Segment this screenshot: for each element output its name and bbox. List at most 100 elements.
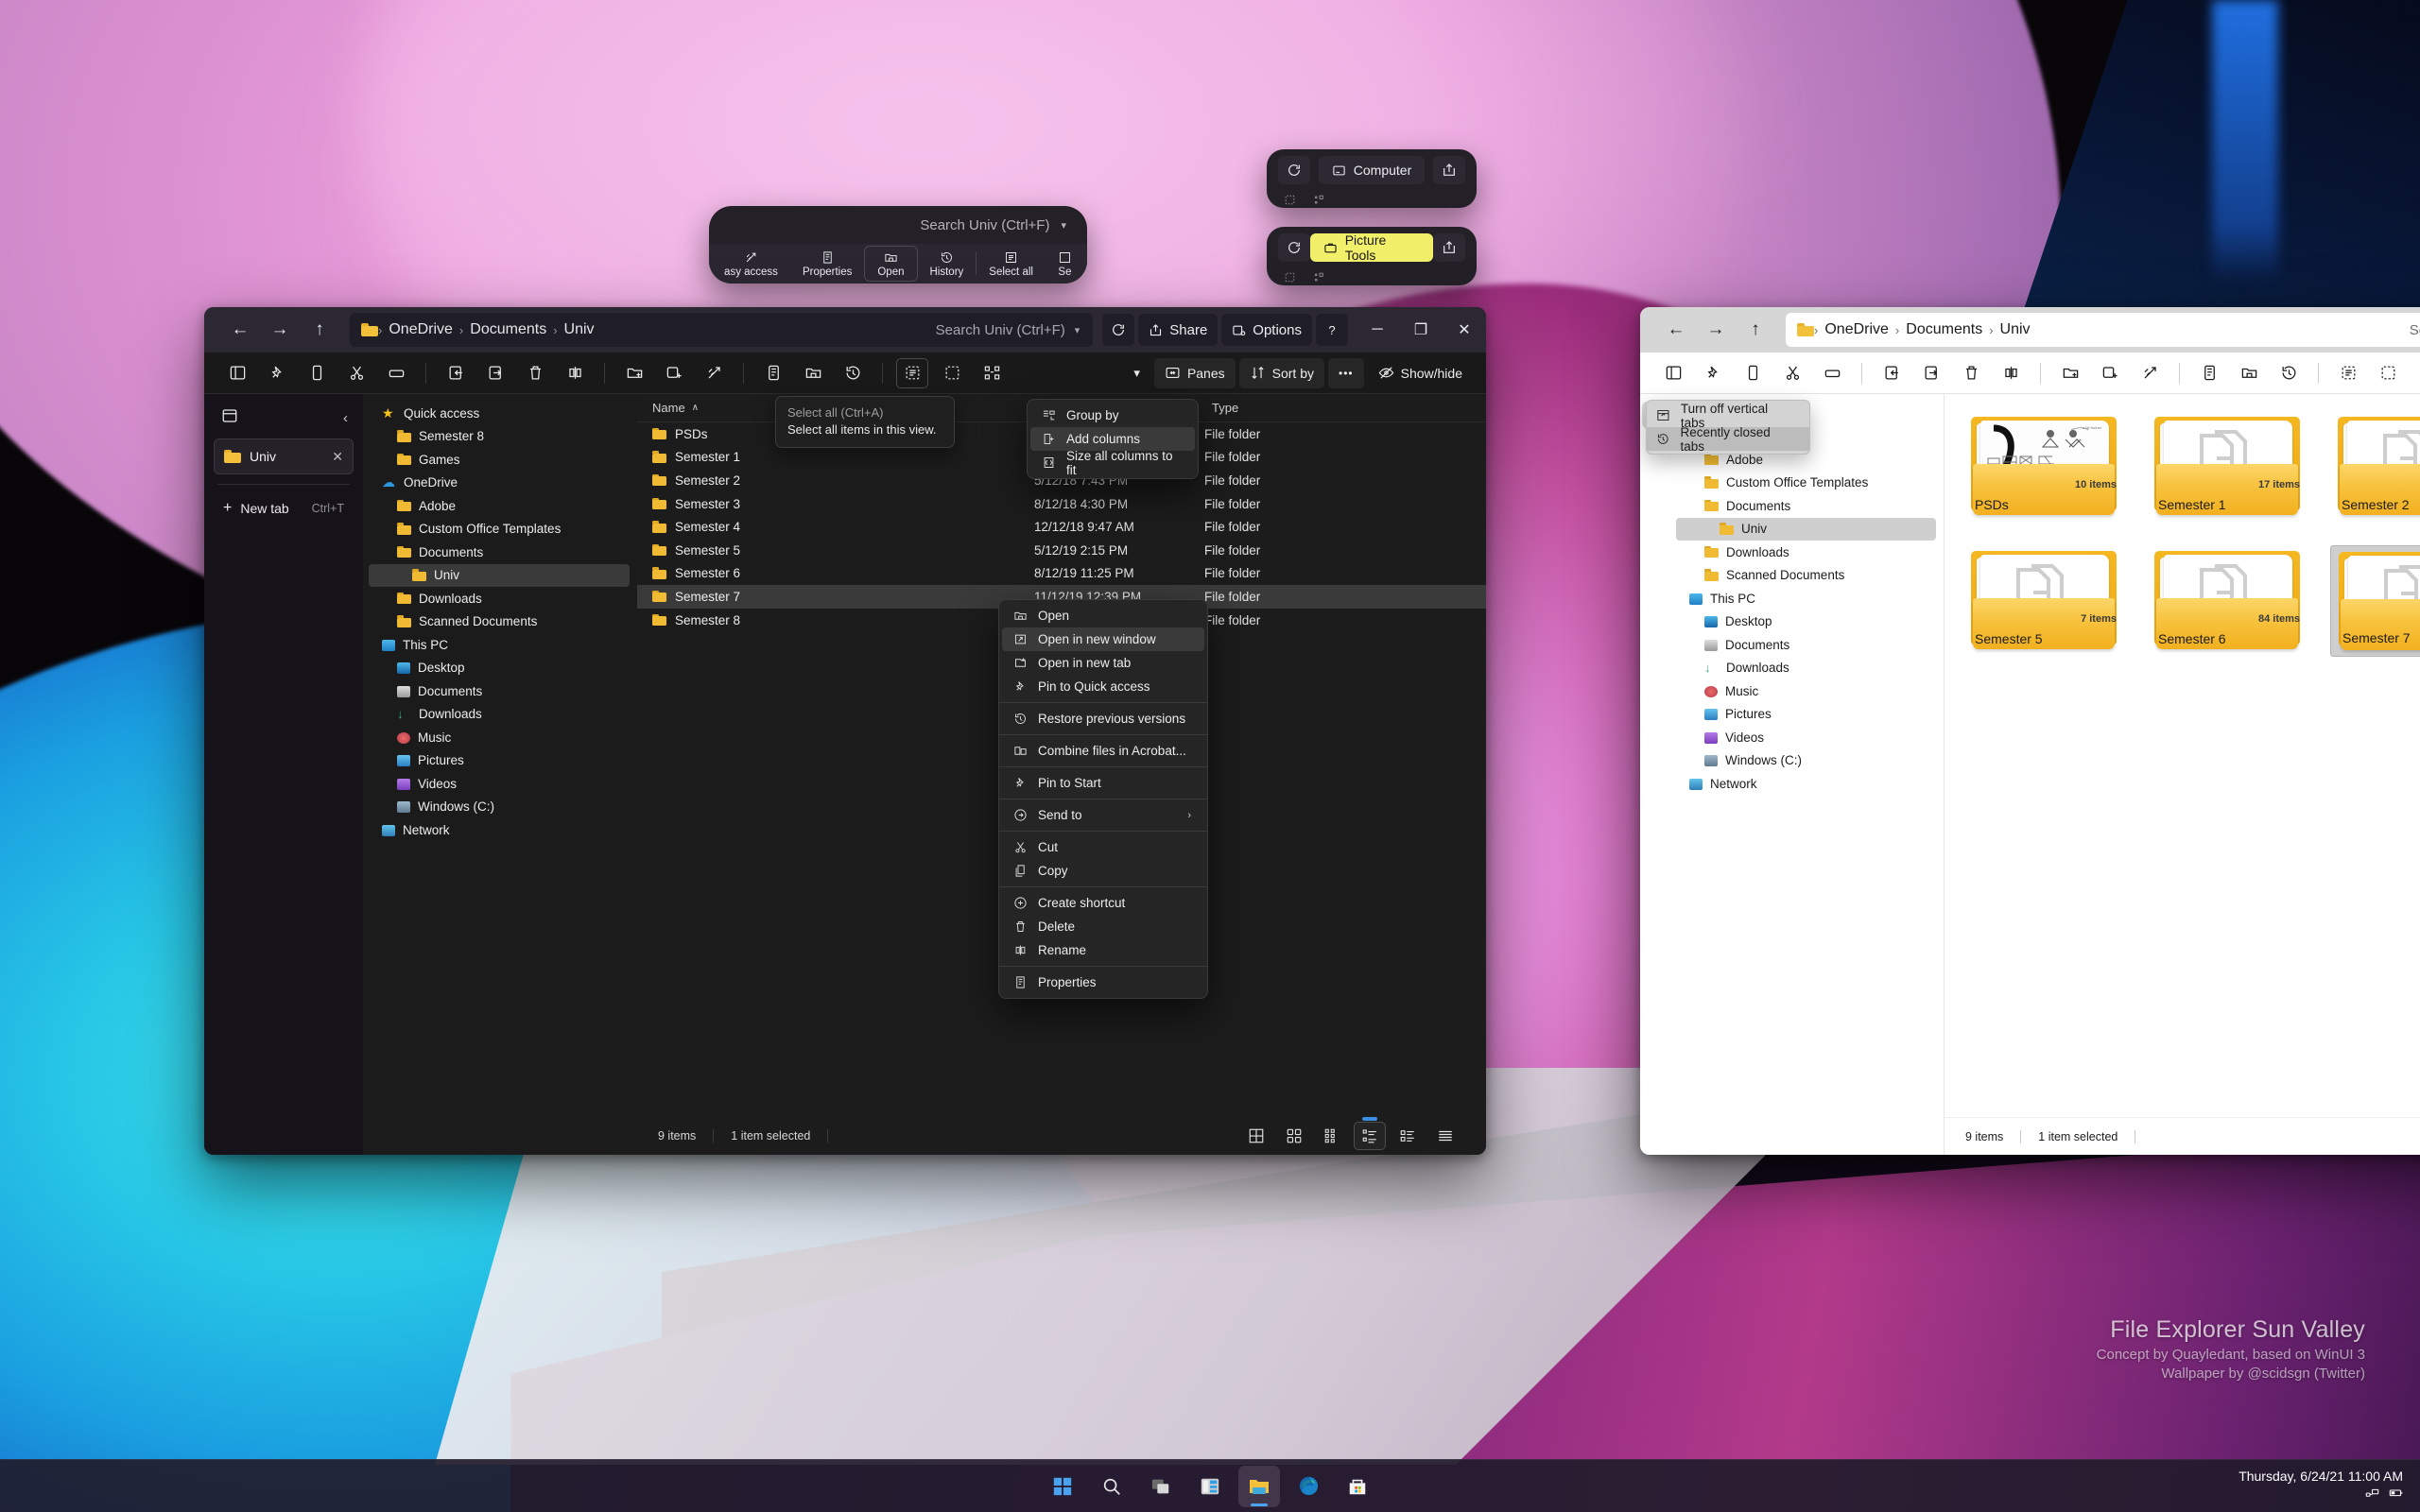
open-icon[interactable] (797, 358, 829, 388)
nav-item-semester-8[interactable]: Semester 8 (369, 425, 630, 449)
folder-thumbnail[interactable]: a bit furthersubtle degree10 itemsPSDs (1963, 411, 2124, 523)
menu-item-cut[interactable]: Cut (1002, 835, 1204, 859)
copy-path-icon[interactable] (301, 358, 333, 388)
nav-item-network[interactable]: Network (1676, 772, 1936, 796)
refresh-icon[interactable] (1278, 233, 1310, 262)
breadcrumb-item[interactable]: Univ (564, 321, 595, 338)
list-view-button[interactable] (1392, 1122, 1424, 1150)
invert-selection-icon[interactable] (2411, 358, 2420, 388)
nav-item-windows-c-[interactable]: Windows (C:) (1676, 749, 1936, 773)
details-view-button[interactable] (1354, 1122, 1386, 1150)
menu-item-pin-to-quick-access[interactable]: Pin to Quick access (1002, 675, 1204, 698)
widgets-icon[interactable] (1189, 1466, 1231, 1507)
help-button[interactable]: ? (1316, 314, 1348, 346)
column-header-type[interactable]: Type (1212, 401, 1363, 415)
menu-item-open-in-new-window[interactable]: Open in new window (1002, 627, 1204, 651)
table-row[interactable]: Semester 55/12/19 2:15 PMFile folder (637, 539, 1486, 562)
float-command-open[interactable]: Open (864, 246, 917, 282)
close-button[interactable]: ✕ (1443, 307, 1486, 352)
nav-item-music[interactable]: Music (1676, 679, 1936, 703)
nav-item-univ[interactable]: Univ (369, 564, 630, 588)
new-item-icon[interactable] (658, 358, 690, 388)
nav-item-desktop[interactable]: Desktop (1676, 610, 1936, 634)
nav-item-downloads[interactable]: Downloads (1676, 541, 1936, 564)
nav-item-documents[interactable]: Documents (1676, 494, 1936, 518)
menu-item-restore-previous-versions[interactable]: Restore previous versions (1002, 707, 1204, 730)
breadcrumb-item[interactable]: OneDrive (1824, 321, 1889, 338)
easy-access-icon[interactable] (2134, 358, 2166, 388)
table-row[interactable]: Semester 68/12/19 11:25 PMFile folder (637, 562, 1486, 586)
floating-search-row[interactable]: Search Univ (Ctrl+F) ▾ (709, 206, 1087, 244)
menu-item-add-columns[interactable]: Add columns (1030, 427, 1195, 451)
menu-item-copy[interactable]: Copy (1002, 859, 1204, 883)
medium-icons-view-button[interactable] (1316, 1122, 1348, 1150)
menu-item-recently-closed-tabs[interactable]: Recently closed tabs (1647, 427, 1809, 451)
nav-item-music[interactable]: Music (369, 726, 630, 749)
compact-view-button[interactable] (1429, 1122, 1461, 1150)
collapse-rail-icon[interactable]: ‹ (343, 410, 348, 426)
float-command-select-all[interactable]: Select all (977, 244, 1046, 284)
invert-selection-icon[interactable] (976, 358, 1008, 388)
menu-item-send-to[interactable]: Send to› (1002, 803, 1204, 827)
folder-thumbnail[interactable]: Semester 2 (2330, 411, 2420, 523)
search-input[interactable]: Search Univ (Ctrl+F) ▾ (936, 322, 1082, 338)
file-explorer-icon[interactable] (1238, 1466, 1280, 1507)
tab-item-univ[interactable]: Univ ✕ (214, 438, 354, 474)
menu-item-pin-to-start[interactable]: Pin to Start (1002, 771, 1204, 795)
pin-icon[interactable] (1697, 358, 1729, 388)
breadcrumb-item[interactable]: Univ (2000, 321, 2031, 338)
nav-item-this-pc[interactable]: This PC (369, 633, 630, 657)
rename-icon[interactable] (559, 358, 591, 388)
share-button[interactable]: Share (1138, 314, 1218, 346)
menu-item-delete[interactable]: Delete (1002, 915, 1204, 938)
nav-item-videos[interactable]: Videos (1676, 726, 1936, 749)
nav-item-downloads[interactable]: ↓Downloads (369, 703, 630, 727)
forward-button[interactable]: → (261, 314, 299, 346)
large-icons-view-button[interactable] (1278, 1122, 1310, 1150)
sort-by-button[interactable]: Sort by (1239, 358, 1324, 388)
menu-item-open-in-new-tab[interactable]: Open in new tab (1002, 651, 1204, 675)
properties-icon[interactable] (757, 358, 789, 388)
new-tab-button[interactable]: + New tab Ctrl+T (214, 492, 354, 524)
more-options-button[interactable]: ••• (1328, 358, 1364, 388)
refresh-button[interactable] (1102, 314, 1134, 346)
address-bar[interactable]: ›OneDrive›Documents›Univ Search Univ (Ct… (350, 313, 1093, 347)
network-icon[interactable] (2365, 1486, 2379, 1504)
clock[interactable]: Thursday, 6/24/21 11:00 AM (2238, 1469, 2403, 1484)
vertical-tabs-icon[interactable] (221, 407, 238, 429)
folder-thumbnail[interactable]: 7 itemsSemester 5 (1963, 545, 2124, 657)
new-folder-icon[interactable] (2054, 358, 2086, 388)
cut-icon[interactable] (340, 358, 372, 388)
nav-item-onedrive[interactable]: ☁OneDrive (369, 472, 630, 495)
store-icon[interactable] (1337, 1466, 1378, 1507)
table-row[interactable]: Semester 412/12/18 9:47 AMFile folder (637, 515, 1486, 539)
nav-item-games[interactable]: Games (369, 448, 630, 472)
properties-icon[interactable] (2193, 358, 2225, 388)
nav-item-downloads[interactable]: ↓Downloads (1676, 657, 1936, 680)
move-to-icon[interactable] (1876, 358, 1908, 388)
picture-tools-tab-pill[interactable]: Picture Tools (1310, 233, 1433, 262)
select-none-icon[interactable] (2372, 358, 2404, 388)
nav-pane-icon[interactable] (1657, 358, 1689, 388)
table-row[interactable]: Semester 38/12/18 4:30 PMFile folder (637, 492, 1486, 516)
nav-item-adobe[interactable]: Adobe (369, 494, 630, 518)
breadcrumb-item[interactable]: Documents (470, 321, 546, 338)
nav-item-pictures[interactable]: Pictures (1676, 703, 1936, 727)
breadcrumb-item[interactable]: OneDrive (389, 321, 453, 338)
nav-item-pictures[interactable]: Pictures (369, 749, 630, 773)
menu-item-combine-files-in-acrobat[interactable]: Combine files in Acrobat... (1002, 739, 1204, 763)
breadcrumb-item[interactable]: Documents (1906, 321, 1982, 338)
paste-icon[interactable] (380, 358, 412, 388)
nav-pane-icon[interactable] (221, 358, 253, 388)
delete-icon[interactable] (519, 358, 551, 388)
close-icon[interactable]: ✕ (332, 449, 343, 465)
nav-item-documents[interactable]: Documents (369, 541, 630, 564)
search-input[interactable]: Search Uni (2410, 322, 2420, 338)
menu-item-open[interactable]: Open (1002, 604, 1204, 627)
cut-icon[interactable] (1776, 358, 1808, 388)
nav-item-univ[interactable]: Univ (1676, 518, 1936, 541)
options-button[interactable]: Options (1221, 314, 1312, 346)
nav-item-documents[interactable]: Documents (369, 679, 630, 703)
share-icon[interactable] (1433, 156, 1465, 184)
chevron-down-icon[interactable]: ▾ (1061, 219, 1066, 232)
